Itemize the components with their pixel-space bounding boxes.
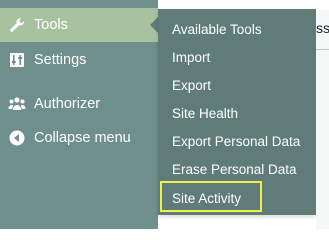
submenu-item-label: Site Health — [172, 105, 239, 121]
sliders-icon — [7, 50, 27, 70]
users-icon — [7, 94, 27, 114]
submenu-item-export[interactable]: Export — [158, 71, 316, 99]
submenu-item-label: Available Tools — [172, 21, 262, 37]
submenu-item-label: Site Activity — [172, 190, 242, 206]
submenu-item-export-personal-data[interactable]: Export Personal Data — [158, 127, 316, 155]
sidebar-item-collapse-menu[interactable]: Collapse menu — [0, 121, 158, 155]
sidebar-item-settings[interactable]: Settings — [0, 43, 158, 77]
submenu-item-label: Import — [172, 49, 211, 65]
submenu-item-available-tools[interactable]: Available Tools — [158, 15, 316, 43]
submenu-item-import[interactable]: Import — [158, 43, 316, 71]
submenu-item-site-health[interactable]: Site Health — [158, 99, 316, 127]
main-content-edge: ss — [316, 0, 329, 229]
submenu-item-label: Export Personal Data — [172, 133, 301, 149]
sidebar-item-label: Collapse menu — [34, 130, 131, 146]
submenu-item-label: Export — [172, 77, 212, 93]
admin-sidebar: Tools Settings Authorizer Collapse menu — [0, 0, 158, 229]
page-heading-fragment: ss — [316, 20, 329, 36]
sidebar-item-label: Tools — [34, 17, 68, 33]
sidebar-item-authorizer[interactable]: Authorizer — [0, 87, 158, 121]
sidebar-item-label: Authorizer — [34, 96, 101, 112]
submenu-item-site-activity[interactable]: Site Activity — [158, 184, 316, 212]
sidebar-item-label: Settings — [34, 52, 87, 68]
admin-bar-edge — [316, 0, 329, 10]
divider — [316, 49, 329, 50]
submenu-item-erase-personal-data[interactable]: Erase Personal Data — [158, 155, 316, 183]
submenu-item-label: Erase Personal Data — [172, 161, 297, 177]
wrench-icon — [7, 15, 27, 35]
sidebar-item-tools[interactable]: Tools — [0, 8, 158, 42]
collapse-arrow-icon — [7, 128, 27, 148]
tools-submenu: Available Tools Import Export Site Healt… — [158, 9, 316, 215]
